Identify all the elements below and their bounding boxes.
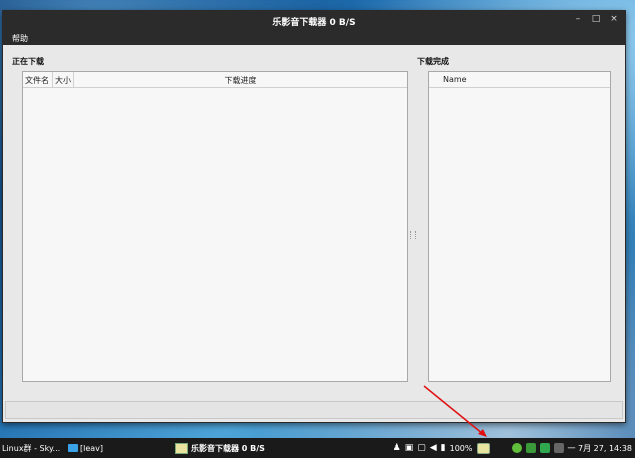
app-tray-icon[interactable]	[511, 443, 522, 453]
panel-splitter-handle[interactable]	[410, 231, 416, 239]
clock[interactable]: 一 7月 27, 14:38	[568, 443, 633, 454]
window-title: 乐影音下载器 0 B/S	[272, 17, 356, 28]
battery-icon[interactable]: ▮	[441, 443, 446, 453]
finished-table-header: Name	[429, 72, 610, 88]
downloader-app-icon	[175, 442, 188, 454]
finished-table[interactable]: Name	[428, 71, 611, 382]
network-icon[interactable]	[539, 443, 550, 453]
column-filename[interactable]: 文件名	[23, 72, 53, 87]
close-icon[interactable]: ×	[609, 14, 619, 24]
maximize-icon[interactable]: □	[591, 14, 601, 24]
taskbar-item-downloader[interactable]: 乐影音下载器 0 B/S	[175, 442, 265, 454]
taskbar: Linux群 - Sky... [leav] 乐影音下载器 0 B/S ♟ ▣ …	[0, 438, 635, 458]
menu-bar: 帮助	[3, 31, 625, 45]
volume-icon[interactable]: ◀	[430, 443, 437, 453]
taskbar-item-downloader-label: 乐影音下载器 0 B/S	[191, 443, 265, 453]
column-progress[interactable]: 下载进度	[74, 72, 407, 87]
window-icon[interactable]: ▢	[417, 443, 426, 453]
downloading-label: 正在下载	[12, 57, 44, 66]
shield-icon[interactable]	[525, 443, 536, 453]
system-tray: ♟ ▣ ▢ ◀ ▮ 100% 一 7月 27, 14:38	[393, 438, 632, 458]
folder-icon	[68, 444, 78, 452]
downloader-tray-icon[interactable]	[476, 442, 490, 454]
keyboard-icon[interactable]	[553, 443, 564, 453]
taskbar-item-folder-label: [leav]	[80, 443, 104, 453]
minimize-icon[interactable]: –	[573, 14, 583, 24]
window-controls: – □ ×	[573, 14, 619, 24]
main-content: 正在下载 文件名 大小 下载进度 下载完成 Name	[3, 46, 625, 422]
finished-label: 下载完成	[417, 57, 449, 66]
display-icon[interactable]: ▣	[405, 443, 414, 453]
taskbar-item-folder[interactable]: [leav]	[68, 444, 103, 453]
downloading-table[interactable]: 文件名 大小 下载进度	[22, 71, 408, 382]
taskbar-item-chat[interactable]: Linux群 - Sky...	[2, 443, 60, 454]
app-window: 乐影音下载器 0 B/S – □ × 帮助 正在下载 文件名 大小 下载进度 下…	[2, 10, 626, 423]
user-icon[interactable]: ♟	[393, 443, 401, 453]
menu-help[interactable]: 帮助	[12, 33, 28, 44]
column-size[interactable]: 大小	[53, 72, 74, 87]
battery-percent: 100%	[449, 443, 473, 453]
taskbar-item-chat-label: Linux群 - Sky...	[2, 443, 61, 453]
status-bar	[5, 401, 623, 419]
title-bar[interactable]: 乐影音下载器 0 B/S – □ ×	[3, 11, 625, 31]
downloading-table-header: 文件名 大小 下载进度	[23, 72, 407, 88]
column-name[interactable]: Name	[429, 72, 610, 87]
